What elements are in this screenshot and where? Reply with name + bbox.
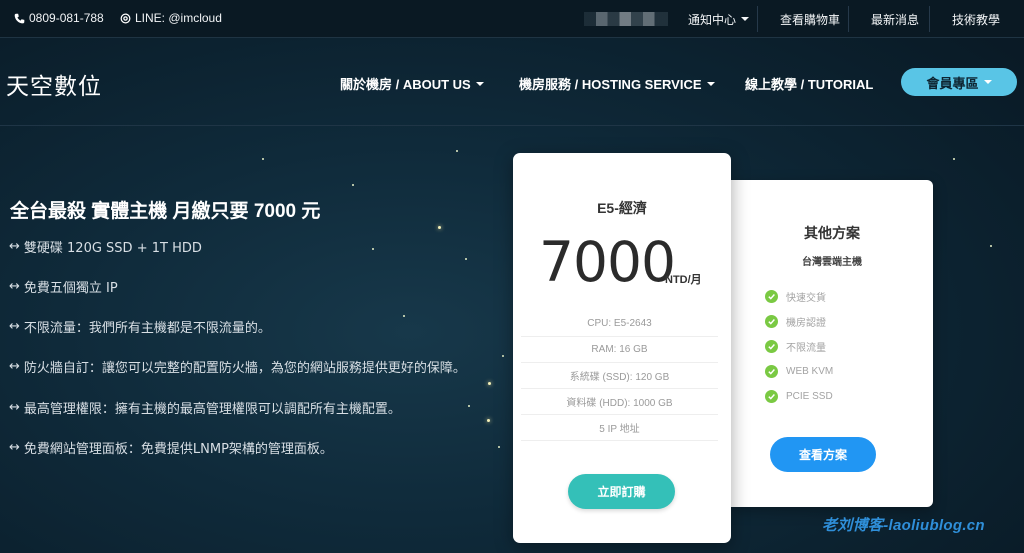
feature-check-item: PCIE SSD [765,384,833,409]
spec-item: 資料碟 (HDD): 1000 GB [521,389,718,415]
notification-center-link[interactable]: 通知中心 [688,0,750,38]
tech-tutorial-label: 技術教學 [952,12,1001,27]
nav-hosting[interactable]: 機房服務 / HOSTING SERVICE [519,74,715,93]
feature-check-label: PCIE SSD [786,391,833,402]
view-plans-button[interactable]: 查看方案 [770,437,876,472]
divider [757,6,758,32]
blurred-username [584,12,668,26]
caret-down-icon [983,80,992,84]
double-arrow-icon: ↔ [9,279,20,294]
nav-hosting-label: 機房服務 / HOSTING SERVICE [519,77,702,92]
feature-text: 防火牆自訂：讓您可以完整的配置防火牆，為您的網站服務提供更好的保障。 [23,361,466,376]
star [488,382,491,385]
phone-contact[interactable]: 0809-081-788 [14,11,104,25]
star [487,419,490,422]
tech-tutorial-link[interactable]: 技術教學 [952,0,1000,38]
star [468,405,470,407]
check-circle-icon [765,290,778,303]
double-arrow-icon: ↔ [9,440,20,455]
caret-down-icon [741,17,750,21]
star [456,150,458,152]
hero-title: 全台最殺 實體主機 月繳只要 7000 元 [10,201,321,222]
spec-item: 5 IP 地址 [521,415,718,441]
star [953,158,955,160]
phone-number: 0809-081-788 [29,11,104,25]
check-circle-icon [765,315,778,328]
feature-check-item: 機房認證 [765,309,833,334]
feature-check-item: 快速交貨 [765,284,833,309]
order-now-button[interactable]: 立即訂購 [568,474,675,509]
brand-logo[interactable]: 天空數位 [6,67,102,101]
caret-down-icon [706,81,715,86]
member-area-button[interactable]: 會員專區 [901,68,1017,96]
feature-check-label: 不限流量 [786,343,826,354]
check-circle-icon [765,340,778,353]
spec-item: CPU: E5-2643 [521,311,718,337]
divider [929,6,930,32]
spec-list: CPU: E5-2643 RAM: 16 GB 系統碟 (SSD): 120 G… [521,311,718,441]
line-id: LINE: @imcloud [135,11,222,25]
feature-item: ↔ 免費五個獨立 IP [9,277,118,296]
star [990,245,992,247]
feature-item: ↔ 防火牆自訂：讓您可以完整的配置防火牆，為您的網站服務提供更好的保障。 [9,357,466,376]
plan-price: 7000 [539,230,676,294]
nav-tutorial-label: 線上教學 / TUTORIAL [745,77,874,92]
price-unit: NTD/月 [665,274,702,286]
star [465,258,467,260]
feature-text: 免費五個獨立 IP [23,281,118,296]
feature-check-label: 快速交貨 [786,293,826,304]
other-plans-subtitle: 台灣雲端主機 [802,257,862,268]
notification-center-label: 通知中心 [688,12,737,27]
check-circle-icon [765,390,778,403]
member-area-label: 會員專區 [926,75,979,91]
feature-item: ↔ 最高管理權限：擁有主機的最高管理權限可以調配所有主機配置。 [9,398,401,417]
pricing-card: E5-經濟 7000 NTD/月 CPU: E5-2643 RAM: 16 GB… [513,153,731,543]
main-navbar: 天空數位 關於機房 / ABOUT US 機房服務 / HOSTING SERV… [0,38,1024,126]
at-icon [120,13,131,23]
other-plans-card: 其他方案 台灣雲端主機 快速交貨 機房認證 不限流量 WEB KVM PCIE … [731,180,933,507]
spec-item: 系統碟 (SSD): 120 GB [521,363,718,389]
double-arrow-icon: ↔ [9,239,20,254]
phone-icon [14,13,25,23]
star [438,226,441,229]
other-plans-title: 其他方案 [804,225,860,241]
latest-news-link[interactable]: 最新消息 [871,0,919,38]
view-cart-link[interactable]: 查看購物車 [780,0,840,38]
feature-text: 不限流量：我們所有主機都是不限流量的。 [23,321,271,336]
line-contact[interactable]: LINE: @imcloud [120,11,222,25]
star [502,355,504,357]
double-arrow-icon: ↔ [9,319,20,334]
feature-check-item: 不限流量 [765,334,833,359]
feature-check-label: 機房認證 [786,318,826,329]
double-arrow-icon: ↔ [9,400,20,415]
star [262,158,264,160]
nav-about-label: 關於機房 / ABOUT US [340,77,471,92]
divider [848,6,849,32]
nav-tutorial[interactable]: 線上教學 / TUTORIAL [745,74,873,93]
star [403,315,405,317]
feature-item: ↔ 雙硬碟 120G SSD + 1T HDD [9,237,202,256]
check-circle-icon [765,365,778,378]
feature-text: 雙硬碟 120G SSD + 1T HDD [23,241,202,256]
star [372,248,374,250]
other-plans-features: 快速交貨 機房認證 不限流量 WEB KVM PCIE SSD [765,284,833,409]
feature-text: 免費網站管理面板：免費提供LNMP架構的管理面板。 [23,442,333,457]
double-arrow-icon: ↔ [9,359,20,374]
star [352,184,354,186]
top-bar: 0809-081-788 LINE: @imcloud 通知中心 查看購物車 最… [0,0,1024,38]
plan-name: E5-經濟 [597,200,647,216]
star [498,446,500,448]
feature-item: ↔ 免費網站管理面板：免費提供LNMP架構的管理面板。 [9,438,333,457]
feature-check-item: WEB KVM [765,359,833,384]
watermark: 老刘博客-laoliublog.cn [822,517,985,534]
spec-item: RAM: 16 GB [521,337,718,363]
view-cart-label: 查看購物車 [780,12,841,27]
latest-news-label: 最新消息 [871,12,920,27]
feature-item: ↔ 不限流量：我們所有主機都是不限流量的。 [9,317,271,336]
feature-text: 最高管理權限：擁有主機的最高管理權限可以調配所有主機配置。 [23,402,401,417]
nav-about[interactable]: 關於機房 / ABOUT US [340,74,484,93]
caret-down-icon [475,81,484,86]
feature-check-label: WEB KVM [786,366,834,377]
